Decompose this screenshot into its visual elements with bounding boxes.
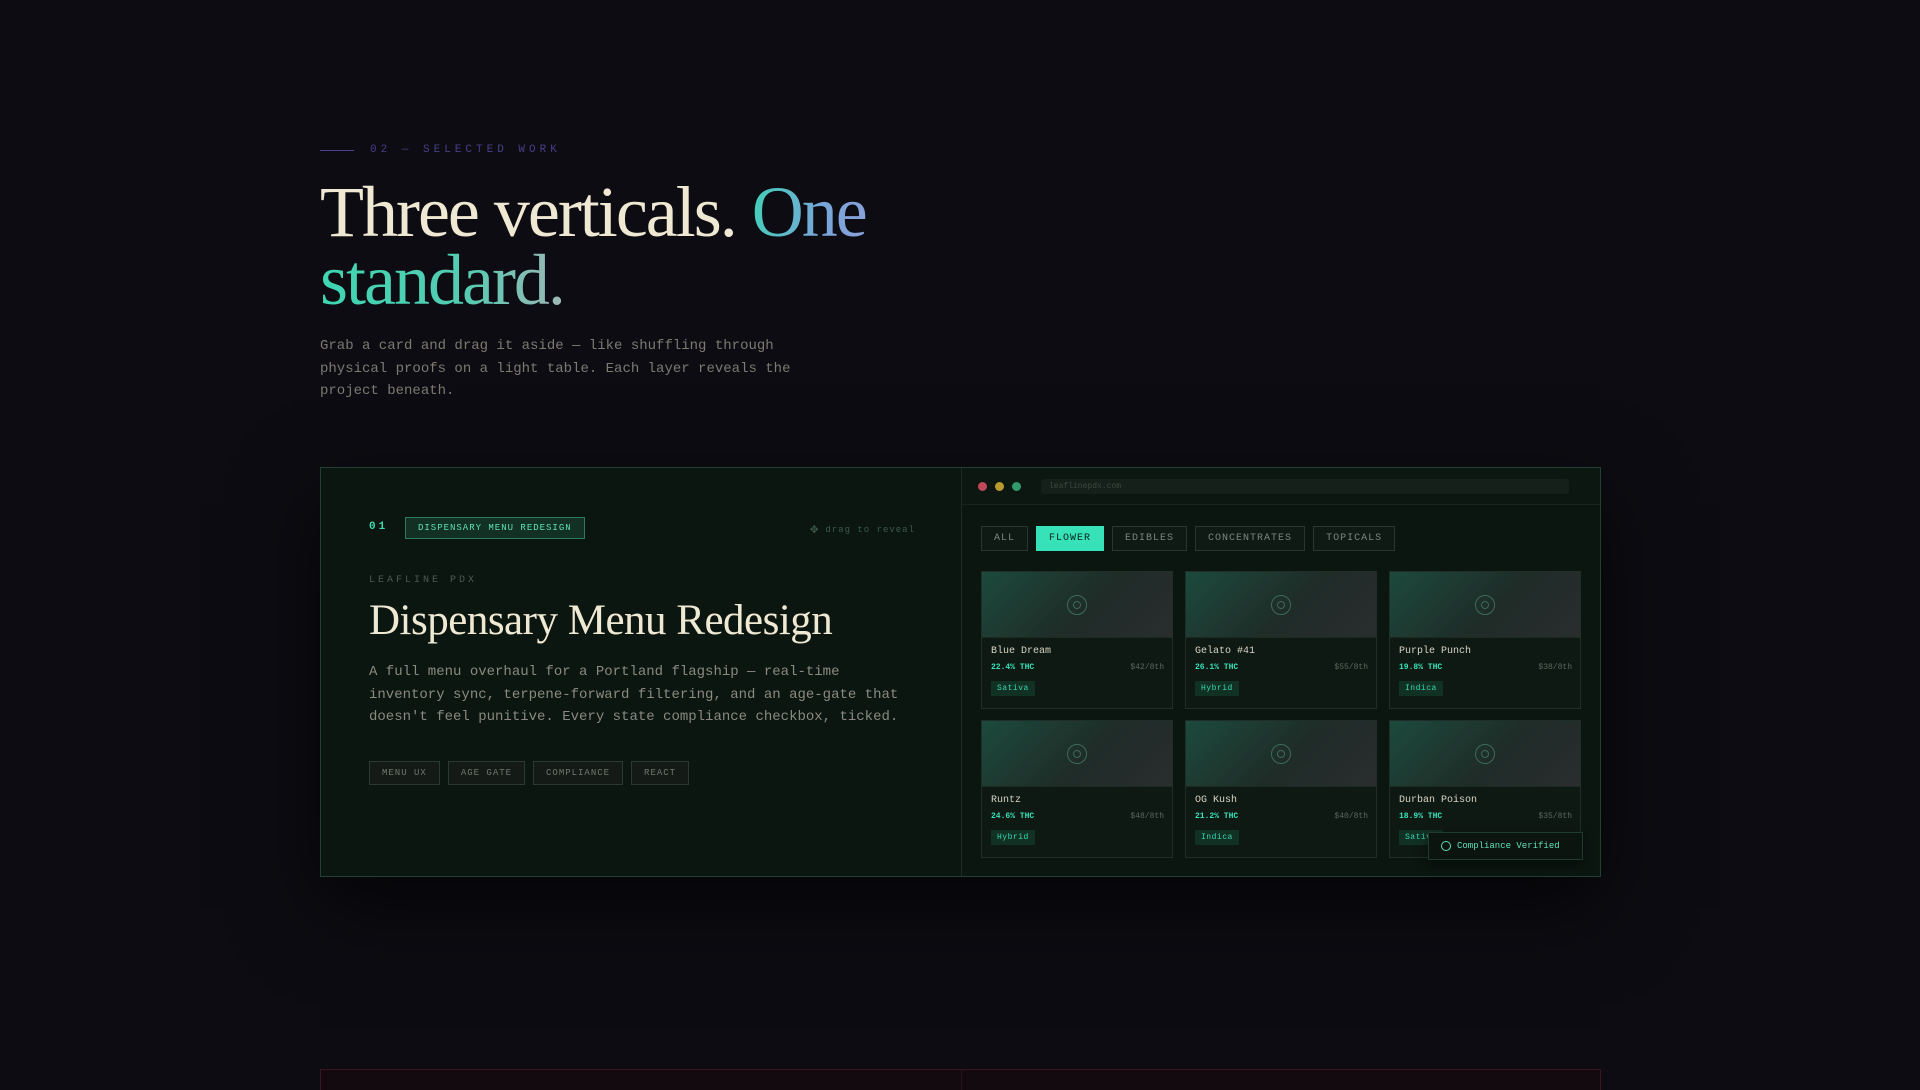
filter-all[interactable]: ALL bbox=[981, 526, 1029, 551]
product-price: $55/8th bbox=[1334, 663, 1368, 672]
check-circle-icon bbox=[1441, 841, 1451, 851]
browser-bar: leaflinepdx.com bbox=[962, 468, 1600, 505]
product-name: OG Kush bbox=[1195, 795, 1238, 806]
product-price: $40/8th bbox=[1334, 812, 1368, 821]
project-client: LEAFLINE PDX bbox=[369, 575, 478, 586]
filter-concentrates[interactable]: CONCENTRATES bbox=[1195, 526, 1306, 551]
headline-part3: standard. bbox=[320, 240, 566, 320]
project-number: 01 bbox=[369, 521, 389, 533]
product-image bbox=[1390, 721, 1580, 787]
product-image bbox=[1186, 572, 1376, 638]
product-thc: 24.6% THC bbox=[991, 812, 1035, 821]
browser-mockup: leaflinepdx.com ALL FLOWER EDIBLES CONCE… bbox=[962, 468, 1600, 876]
product-card[interactable]: Purple Punch 19.8% THC $38/8th Indica bbox=[1389, 571, 1581, 709]
eyebrow-line bbox=[320, 149, 354, 151]
maximize-dot-icon bbox=[1012, 481, 1021, 491]
product-strain: Hybrid bbox=[991, 830, 1035, 845]
product-thc: 19.8% THC bbox=[1399, 663, 1443, 672]
compliance-badge-label: Compliance Verified bbox=[1457, 841, 1560, 851]
product-card[interactable]: Gelato #41 26.1% THC $55/8th Hybrid bbox=[1185, 571, 1377, 709]
product-strain: Indica bbox=[1195, 830, 1239, 845]
product-thc: 18.9% THC bbox=[1399, 812, 1443, 821]
project-card-info: 01 DISPENSARY MENU REDESIGN ✥ drag to re… bbox=[321, 468, 962, 876]
tag: MENU UX bbox=[369, 761, 440, 785]
move-icon: ✥ bbox=[809, 522, 820, 538]
product-price: $42/8th bbox=[1130, 663, 1164, 672]
product-strain: Hybrid bbox=[1195, 681, 1239, 696]
product-name: Durban Poison bbox=[1399, 795, 1478, 806]
tag: REACT bbox=[631, 761, 690, 785]
tag: AGE GATE bbox=[447, 761, 526, 785]
product-card[interactable]: Runtz 24.6% THC $48/8th Hybrid bbox=[981, 720, 1173, 858]
eyebrow-text: 02 — SELECTED WORK bbox=[370, 144, 561, 156]
product-strain: Sativa bbox=[991, 681, 1035, 696]
product-image bbox=[982, 572, 1172, 638]
section-headline: Three verticals. One standard. bbox=[320, 176, 1080, 316]
compliance-badge: Compliance Verified bbox=[1428, 832, 1583, 860]
section-eyebrow: 02 — SELECTED WORK bbox=[320, 144, 561, 156]
project-tags: MENU UX AGE GATE COMPLIANCE REACT bbox=[369, 761, 690, 785]
filter-edibles[interactable]: EDIBLES bbox=[1112, 526, 1188, 551]
product-image bbox=[982, 721, 1172, 787]
product-image bbox=[1186, 721, 1376, 787]
drag-hint-label: drag to reveal bbox=[825, 524, 915, 535]
product-name: Purple Punch bbox=[1399, 646, 1472, 657]
project-card[interactable]: 01 DISPENSARY MENU REDESIGN ✥ drag to re… bbox=[320, 467, 1601, 877]
product-card[interactable]: OG Kush 21.2% THC $40/8th Indica bbox=[1185, 720, 1377, 858]
product-name: Runtz bbox=[991, 795, 1022, 806]
project-pill: DISPENSARY MENU REDESIGN bbox=[405, 517, 585, 539]
product-thc: 22.4% THC bbox=[991, 663, 1035, 672]
product-thc: 21.2% THC bbox=[1195, 812, 1239, 821]
product-placeholder-icon bbox=[1067, 594, 1087, 615]
section-intro: Grab a card and drag it aside — like shu… bbox=[320, 338, 791, 399]
product-image bbox=[1390, 572, 1580, 638]
filter-topicals[interactable]: TOPICALS bbox=[1313, 526, 1396, 551]
product-thc: 26.1% THC bbox=[1195, 663, 1239, 672]
product-placeholder-icon bbox=[1271, 594, 1291, 615]
product-price: $48/8th bbox=[1130, 812, 1164, 821]
product-price: $38/8th bbox=[1538, 663, 1572, 672]
drag-hint[interactable]: ✥ drag to reveal bbox=[810, 521, 915, 538]
product-placeholder-icon bbox=[1475, 743, 1495, 764]
url-bar: leaflinepdx.com bbox=[1041, 478, 1569, 494]
filter-bar: ALL FLOWER EDIBLES CONCENTRATES TOPICALS bbox=[981, 526, 1396, 551]
filter-flower[interactable]: FLOWER bbox=[1036, 526, 1105, 551]
product-placeholder-icon bbox=[1067, 743, 1087, 764]
product-placeholder-icon bbox=[1475, 594, 1495, 615]
minimize-dot-icon bbox=[995, 481, 1004, 491]
product-grid: Blue Dream 22.4% THC $42/8th Sativa Gela… bbox=[981, 571, 1581, 858]
product-name: Gelato #41 bbox=[1195, 646, 1256, 657]
product-price: $35/8th bbox=[1538, 812, 1572, 821]
product-card[interactable]: Blue Dream 22.4% THC $42/8th Sativa bbox=[981, 571, 1173, 709]
tag: COMPLIANCE bbox=[533, 761, 624, 785]
project-description: A full menu overhaul for a Portland flag… bbox=[369, 664, 899, 725]
product-placeholder-icon bbox=[1271, 743, 1291, 764]
close-dot-icon bbox=[978, 481, 987, 491]
headline-part2: One bbox=[751, 172, 868, 252]
project-title: Dispensary Menu Redesign bbox=[369, 597, 833, 644]
next-card-divider bbox=[961, 1070, 962, 1090]
product-strain: Indica bbox=[1399, 681, 1443, 696]
product-name: Blue Dream bbox=[991, 646, 1052, 657]
